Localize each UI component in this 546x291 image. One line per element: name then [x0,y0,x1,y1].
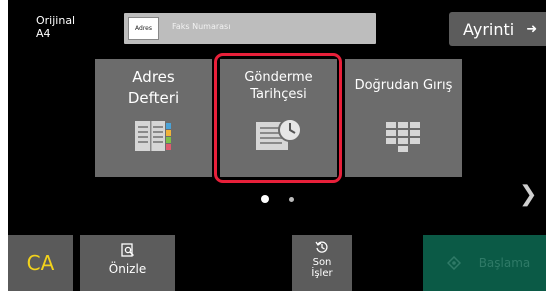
tile-direct-entry[interactable]: Doğrudan Gırış [345,59,462,177]
fax-number-field[interactable]: Adres Faks Numarası [124,13,376,44]
original-size: A4 [36,27,51,40]
original-size-indicator[interactable]: Orijinal A4 [36,14,75,40]
page-indicator-active[interactable] [261,195,269,203]
detail-button[interactable]: Ayrinti ➜ [449,12,546,46]
tile-label: Doğrudan Gırış [354,78,453,93]
keypad-icon [386,122,420,152]
address-button[interactable]: Adres [128,17,159,40]
arrow-right-icon: ➜ [526,21,538,37]
tile-label: Adres Defteri [127,68,180,107]
selection-frame [214,53,342,183]
tile-address-book[interactable]: Adres Defteri [95,59,212,177]
history-icon [315,241,328,253]
start-button[interactable]: Başlama [423,235,546,291]
screen: Orijinal A4 Adres Faks Numarası Ayrinti … [8,0,546,291]
preview-label: Önizle [108,262,147,276]
page-indicator[interactable] [289,197,294,202]
job-history-button[interactable]: Son İşler [292,235,352,291]
bottom-bar: CA Önizle Son İşler Başlama [8,233,546,291]
preview-icon [120,243,134,257]
start-icon [446,256,461,270]
preview-button[interactable]: Önizle [80,235,175,291]
chevron-right-icon[interactable]: ❯ [519,182,537,207]
clear-all-button[interactable]: CA [8,235,73,291]
original-label: Orijinal [36,14,76,27]
start-label: Başlama [478,256,531,270]
history-label-line2: İşler [311,268,333,279]
fax-number-placeholder: Faks Numarası [172,22,231,31]
history-label-line1: Son [312,257,332,268]
detail-button-label: Ayrinti [463,19,515,39]
address-book-icon [135,121,171,151]
